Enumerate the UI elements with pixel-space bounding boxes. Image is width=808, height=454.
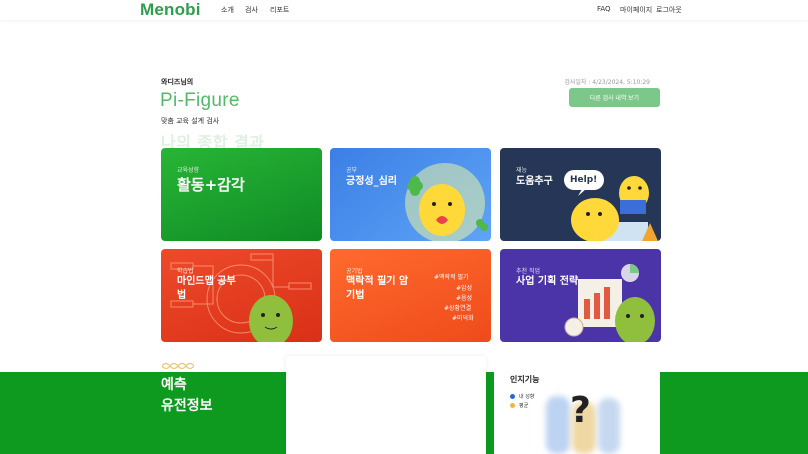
nav-link-logout[interactable]: 로그아웃: [656, 5, 682, 15]
menobi-logo[interactable]: Menobi: [140, 0, 201, 20]
genetic-info-panel: [286, 356, 486, 454]
legend-avg: 평균: [510, 402, 528, 409]
result-card-learning-method[interactable]: 학습법 마인드맵 공부 법: [161, 249, 322, 342]
help-bubble-text: Help!: [570, 175, 598, 185]
view-history-button[interactable]: 다른 검사 내역 보기: [569, 88, 660, 107]
nav-link-mypage[interactable]: 마이페이지: [620, 5, 652, 15]
top-nav: Menobi 소개 검사 리포트 FAQ 마이페이지 로그아웃: [0, 0, 808, 20]
card-tag: 공기법: [346, 268, 363, 275]
business-plan-illustration: [564, 264, 655, 342]
hashtag: #맥락적 필기: [434, 274, 469, 281]
nav-link-faq[interactable]: FAQ: [597, 5, 611, 13]
card-heading: 사업 기획 전략: [516, 276, 579, 287]
card-tag: 교육성향: [177, 167, 200, 174]
cognitive-panel: 인지기능 내 성향 평균 ?: [494, 358, 660, 454]
card-heading: 마인드맵 공부 법: [177, 276, 236, 301]
page-subtitle: 맞춤 교육 설계 검사: [161, 117, 220, 125]
blurred-bar: [598, 398, 620, 454]
blurred-bar: [546, 396, 570, 454]
hashtag: #음성: [456, 295, 473, 302]
chick-heart-illustration: [405, 163, 488, 241]
legend-label: 내 성향: [519, 394, 535, 400]
section-title-line2: 유전정보: [161, 398, 213, 414]
section-title-line1: 예측: [161, 377, 187, 393]
legend-dot-yellow: [510, 403, 515, 408]
hashtag: #암성: [456, 285, 473, 292]
result-card-memorize-method[interactable]: 공기법 맥락적 필기 암 기법 #맥락적 필기 #암성 #음성 #상황연결 #미…: [330, 249, 491, 342]
test-date: 검사일자 : 4/23/2024, 5:10:29: [564, 79, 650, 86]
legend-my: 내 성향: [510, 393, 534, 400]
locked-question-mark: ?: [570, 390, 591, 431]
card-tag: 추천 직업: [516, 268, 540, 275]
nav-link-intro[interactable]: 소개: [221, 5, 234, 15]
result-card-study[interactable]: 공부 긍정성_심리: [330, 148, 491, 241]
nav-link-report[interactable]: 리포트: [270, 5, 289, 15]
card-heading: 맥락적 필기 암 기법: [346, 276, 409, 301]
chick-help-illustration: [564, 170, 658, 241]
user-name-line: 와디즈님의: [161, 78, 194, 86]
result-card-talent[interactable]: 재능 도움추구 Help!: [500, 148, 661, 241]
hashtag: #상황연결: [444, 305, 472, 312]
result-card-job[interactable]: 추천 직업 사업 기획 전략: [500, 249, 661, 342]
result-card-education[interactable]: 교육성향 활동+감각: [161, 148, 322, 241]
nav-link-test[interactable]: 검사: [245, 5, 258, 15]
card-heading: 활동+감각: [177, 176, 245, 194]
hashtag: #미덕화: [452, 315, 474, 322]
card-tag: 학습법: [177, 268, 194, 275]
cognitive-title: 인지기능: [510, 375, 540, 384]
legend-dot-blue: [510, 394, 515, 399]
legend-label: 평균: [519, 403, 529, 409]
page-title: Pi-Figure: [160, 90, 240, 111]
dna-icon: [162, 362, 194, 370]
